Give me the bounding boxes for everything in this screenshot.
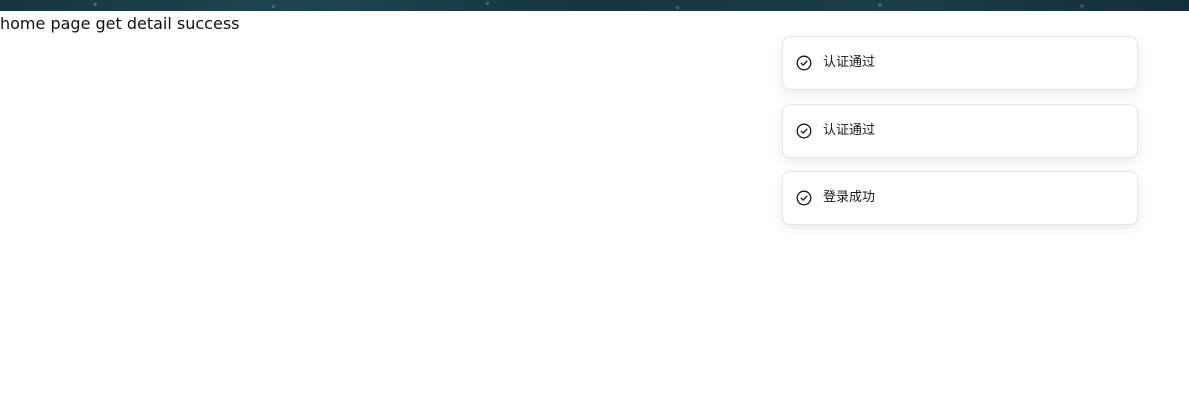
check-circle-icon xyxy=(796,123,812,139)
status-message: home page get detail success xyxy=(0,14,240,33)
toast-notification[interactable]: 登录成功 xyxy=(782,171,1138,225)
header-banner-image xyxy=(0,0,1189,11)
toast-stack: 认证通过 认证通过 登录成功 xyxy=(782,36,1138,239)
toast-message: 认证通过 xyxy=(823,55,876,70)
toast-notification[interactable]: 认证通过 xyxy=(782,103,1138,158)
toast-message: 登录成功 xyxy=(823,190,876,205)
check-circle-icon xyxy=(796,55,812,71)
toast-notification[interactable]: 认证通过 xyxy=(782,36,1138,90)
check-circle-icon xyxy=(796,190,812,206)
toast-message: 认证通过 xyxy=(823,122,876,138)
